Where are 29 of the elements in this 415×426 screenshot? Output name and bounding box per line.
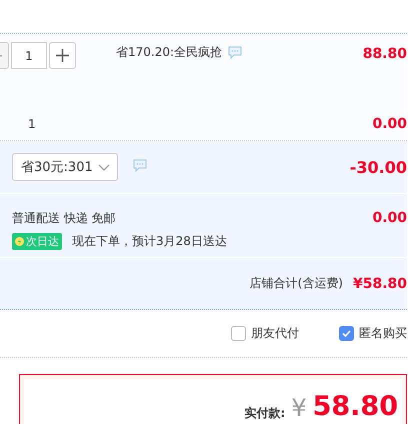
item-price: 88.80 [362,46,407,62]
currency-symbol: ¥ [291,396,307,420]
store-total-label: 店铺合计(含运费) [250,275,343,292]
delivery-estimate: 现在下单，预计3月28日送达 [72,233,227,250]
coupon-dropdown[interactable]: 省30元:301 [12,153,118,181]
option-label: 匿名购买 [359,325,407,342]
discount-amount: -30.00 [350,158,407,176]
option-label: 朋友代付 [251,325,299,342]
quantity-text: 1 [28,117,36,131]
shipping-fee: 0.00 [372,210,407,228]
store-total-amount: ¥58.80 [352,276,407,292]
shipping-method: 普通配送 快递 免邮 [12,210,117,227]
check-icon [342,330,351,337]
chevron-down-icon [98,164,110,170]
quantity-field[interactable]: 1 [11,42,47,69]
option-checkbox[interactable]: 朋友代付 [231,325,299,342]
payment-label: 实付款: [244,407,286,419]
comment-icon[interactable] [133,159,147,172]
delivery-badge: 次日达 [12,233,62,250]
lightning-icon [15,237,24,246]
checkbox[interactable] [231,326,246,341]
increase-button[interactable] [49,42,76,69]
checkbox[interactable] [339,326,354,341]
plus-icon [56,49,69,62]
payment-amount: 58.80 [312,393,398,420]
promotion-text: 省170.20:全民疯抢 [116,44,222,61]
item-price: 0.00 [372,116,407,132]
comment-icon[interactable] [228,46,242,59]
option-checkbox[interactable]: 匿名购买 [339,325,407,342]
